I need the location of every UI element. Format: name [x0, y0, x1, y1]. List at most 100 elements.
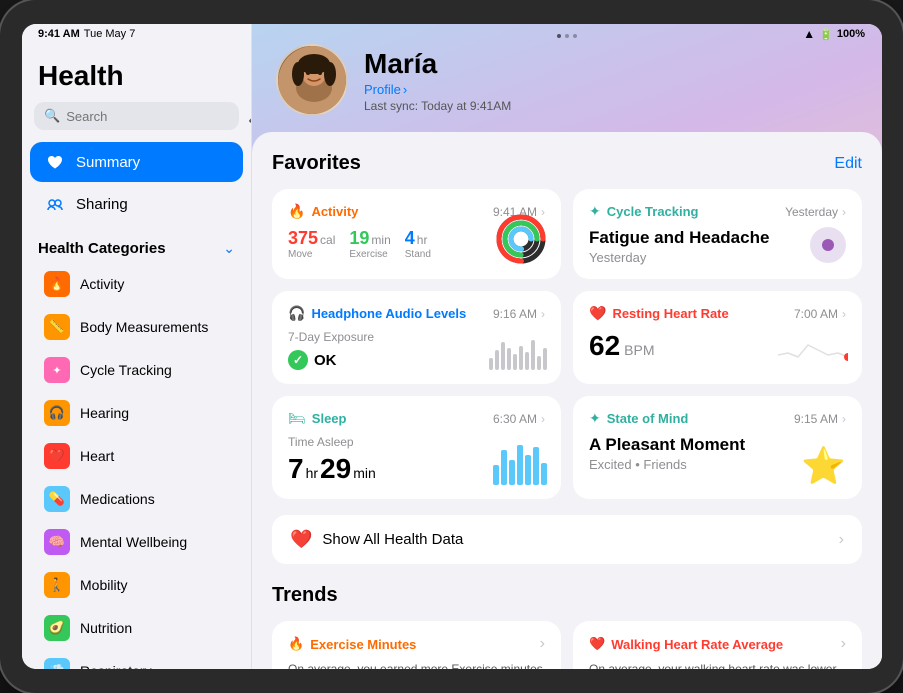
sleep-bar-2: [501, 450, 507, 485]
sharing-icon: [44, 193, 66, 215]
sidebar-item-hearing[interactable]: 🎧 Hearing: [30, 392, 243, 434]
battery-percent: 100%: [837, 28, 865, 40]
ipad-frame: 9:41 AM Tue May 7 ▲ 🔋 100% Health 🔍 🎤: [0, 0, 903, 693]
headphone-bars: [489, 334, 547, 370]
sidebar-item-cycle-tracking[interactable]: ✦ Cycle Tracking: [30, 349, 243, 391]
mobility-label: Mobility: [80, 577, 127, 593]
favorites-title: Favorites: [272, 152, 361, 175]
sidebar-item-nutrition[interactable]: 🥑 Nutrition: [30, 607, 243, 649]
h-bar-6: [519, 346, 523, 370]
status-bar: 9:41 AM Tue May 7 ▲ 🔋 100%: [22, 24, 881, 44]
activity-icon: 🔥: [44, 271, 70, 297]
status-icons: ▲ 🔋 100%: [803, 27, 865, 41]
cycle-tracking-icon: ✦: [44, 357, 70, 383]
h-bar-4: [507, 348, 511, 370]
avatar-face: [278, 46, 346, 114]
sidebar-item-sharing[interactable]: Sharing: [30, 184, 243, 224]
show-all-arrow: ›: [839, 531, 844, 549]
sleep-hours: 7: [288, 453, 304, 485]
activity-card-title: Activity: [311, 204, 358, 219]
respiratory-icon: 💨: [44, 658, 70, 669]
headphone-card-header: 🎧 Headphone Audio Levels 9:16 AM ›: [288, 305, 545, 322]
sleep-bar-3: [509, 460, 515, 485]
ok-circle: ✓: [288, 350, 308, 370]
cycle-time: Yesterday: [785, 205, 838, 219]
sleep-bar-7: [541, 463, 547, 485]
exercise-trend-header: 🔥 Exercise Minutes ›: [288, 635, 545, 653]
bpm-value: 62: [589, 330, 620, 362]
content-area: Favorites Edit 🔥 Activity 9:41 AM: [252, 132, 882, 669]
sleep-card-icon: 🛏: [288, 410, 306, 427]
stand-label: Stand: [405, 249, 431, 260]
activity-title-row: 🔥 Activity: [288, 203, 358, 220]
headphone-time: 9:16 AM: [493, 307, 537, 321]
h-bar-10: [543, 348, 547, 370]
exercise-metric: 19 min Exercise: [349, 228, 390, 260]
min-label: min: [353, 465, 376, 481]
hearing-label: Hearing: [80, 405, 129, 421]
stand-value: 4: [405, 228, 415, 249]
app-title: Health: [22, 52, 251, 102]
cycle-title-row: ✦ Cycle Tracking: [589, 203, 699, 220]
state-card-title: State of Mind: [607, 411, 689, 426]
activity-card[interactable]: 🔥 Activity 9:41 AM › 375: [272, 189, 561, 279]
battery-icon: 🔋: [819, 28, 833, 41]
heart-mini-chart: [778, 325, 848, 370]
sidebar-item-heart[interactable]: ❤️ Heart: [30, 435, 243, 477]
cycle-content: Fatigue and Headache Yesterday: [589, 228, 846, 265]
show-all-button[interactable]: ❤️ Show All Health Data ›: [272, 515, 862, 564]
sleep-card[interactable]: 🛏 Sleep 6:30 AM › Time Asleep 7 hr: [272, 396, 561, 499]
sleep-card-title: Sleep: [312, 411, 347, 426]
cycle-tracking-label: Cycle Tracking: [80, 362, 172, 378]
heart-label: Heart: [80, 448, 114, 464]
exercise-trend-card[interactable]: 🔥 Exercise Minutes › On average, you ear…: [272, 621, 561, 669]
sidebar-item-body-measurements[interactable]: 📏 Body Measurements: [30, 306, 243, 348]
heart-rate-header: ❤️ Resting Heart Rate 7:00 AM ›: [589, 305, 846, 322]
search-input[interactable]: [66, 109, 242, 124]
profile-name: María: [364, 48, 858, 80]
sleep-bar-5: [525, 455, 531, 485]
medications-icon: 💊: [44, 486, 70, 512]
bpm-unit: BPM: [624, 342, 654, 358]
sidebar-item-activity[interactable]: 🔥 Activity: [30, 263, 243, 305]
profile-link[interactable]: Profile ›: [364, 82, 858, 97]
body-measurements-label: Body Measurements: [80, 319, 208, 335]
cycle-subtitle: Fatigue and Headache: [589, 228, 846, 248]
cycle-card-icon: ✦: [589, 203, 601, 220]
heart-chevron: ›: [842, 307, 846, 321]
sidebar-item-mobility[interactable]: 🚶 Mobility: [30, 564, 243, 606]
state-icon: ✦: [589, 410, 601, 427]
trends-header: Trends: [272, 584, 862, 607]
sidebar-item-medications[interactable]: 💊 Medications: [30, 478, 243, 520]
heart-rate-card[interactable]: ❤️ Resting Heart Rate 7:00 AM › 62 BPM: [573, 291, 862, 384]
categories-arrow[interactable]: ⌄: [223, 240, 235, 257]
state-of-mind-card[interactable]: ✦ State of Mind 9:15 AM › A Pleasant Mom…: [573, 396, 862, 499]
profile-link-text: Profile: [364, 82, 401, 97]
walking-trend-arrow: ›: [841, 635, 846, 653]
exercise-trend-title-row: 🔥 Exercise Minutes: [288, 636, 416, 652]
heart-card-title: Resting Heart Rate: [612, 306, 728, 321]
sleep-minutes: 29: [320, 453, 351, 485]
respiratory-label: Respiratory: [80, 663, 152, 669]
heart-icon: ❤️: [44, 443, 70, 469]
headphone-icon: 🎧: [288, 305, 305, 322]
search-bar[interactable]: 🔍 🎤: [34, 102, 239, 130]
sidebar-item-respiratory[interactable]: 💨 Respiratory: [30, 650, 243, 669]
h-bar-2: [495, 350, 499, 370]
walking-heart-trend-card[interactable]: ❤️ Walking Heart Rate Average › On avera…: [573, 621, 862, 669]
headphone-card[interactable]: 🎧 Headphone Audio Levels 9:16 AM › 7-Day…: [272, 291, 561, 384]
edit-button[interactable]: Edit: [834, 155, 862, 173]
sleep-bar-1: [493, 465, 499, 485]
hr-label: hr: [306, 465, 318, 481]
star-emoji: ⭐: [801, 445, 846, 487]
walking-trend-title: Walking Heart Rate Average: [611, 637, 783, 652]
summary-icon: [44, 151, 66, 173]
sidebar-item-summary[interactable]: Summary: [30, 142, 243, 182]
main-content: María Profile › Last sync: Today at 9:41…: [252, 24, 882, 669]
sidebar-item-mental-wellbeing[interactable]: 🧠 Mental Wellbeing: [30, 521, 243, 563]
search-icon: 🔍: [44, 108, 60, 124]
stand-metric: 4 hr Stand: [405, 228, 431, 260]
health-categories-header: Health Categories ⌄: [22, 226, 251, 263]
sleep-bars: [493, 445, 547, 485]
cycle-tracking-card[interactable]: ✦ Cycle Tracking Yesterday › Fatigue and…: [573, 189, 862, 279]
